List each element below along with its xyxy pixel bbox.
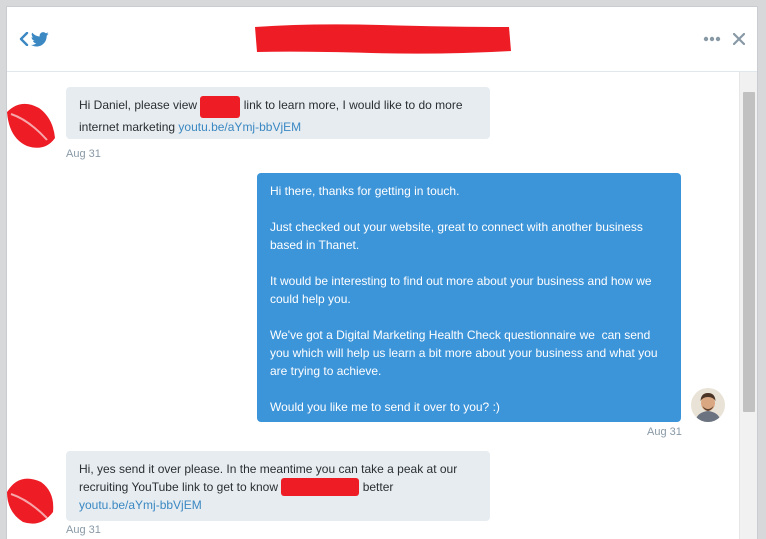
chevron-left-icon bbox=[19, 32, 29, 46]
sender-avatar-redacted bbox=[7, 478, 54, 524]
header-actions bbox=[703, 29, 745, 49]
dm-conversation-window: Hi Daniel, please view link to learn mor… bbox=[6, 6, 758, 539]
sender-avatar-redacted bbox=[7, 103, 55, 148]
message-timestamp: Aug 31 bbox=[66, 524, 101, 536]
redaction-mark bbox=[255, 24, 511, 54]
message-bubble-incoming: Hi, yes send it over please. In the mean… bbox=[66, 451, 490, 521]
message-link[interactable]: youtu.be/aYmj-bbVjEM bbox=[79, 498, 202, 512]
message-timestamp: Aug 31 bbox=[66, 148, 101, 160]
conversation-header bbox=[7, 7, 757, 72]
conversation-title bbox=[251, 21, 513, 57]
message-bubble-incoming: Hi Daniel, please view link to learn mor… bbox=[66, 87, 490, 139]
user-avatar-image bbox=[691, 388, 725, 422]
message-list: Hi Daniel, please view link to learn mor… bbox=[7, 72, 737, 539]
message-text: Hi Daniel, please view bbox=[79, 98, 198, 112]
back-button[interactable] bbox=[19, 29, 55, 49]
message-text: Hi, yes send it over please. In the mean… bbox=[79, 462, 461, 494]
message-link[interactable]: youtu.be/aYmj-bbVjEM bbox=[178, 120, 301, 134]
redaction-mark bbox=[200, 96, 241, 118]
more-dots-icon[interactable] bbox=[703, 36, 721, 42]
redaction-mark bbox=[281, 478, 360, 496]
message-timestamp: Aug 31 bbox=[647, 426, 682, 438]
scrollbar[interactable] bbox=[739, 72, 757, 539]
message-bubble-outgoing: Hi there, thanks for getting in touch. J… bbox=[257, 173, 681, 422]
twitter-bird-icon bbox=[31, 31, 49, 46]
close-icon[interactable] bbox=[733, 33, 745, 45]
user-avatar[interactable] bbox=[691, 388, 725, 422]
scrollbar-thumb[interactable] bbox=[743, 92, 755, 412]
message-text: better bbox=[362, 480, 401, 494]
